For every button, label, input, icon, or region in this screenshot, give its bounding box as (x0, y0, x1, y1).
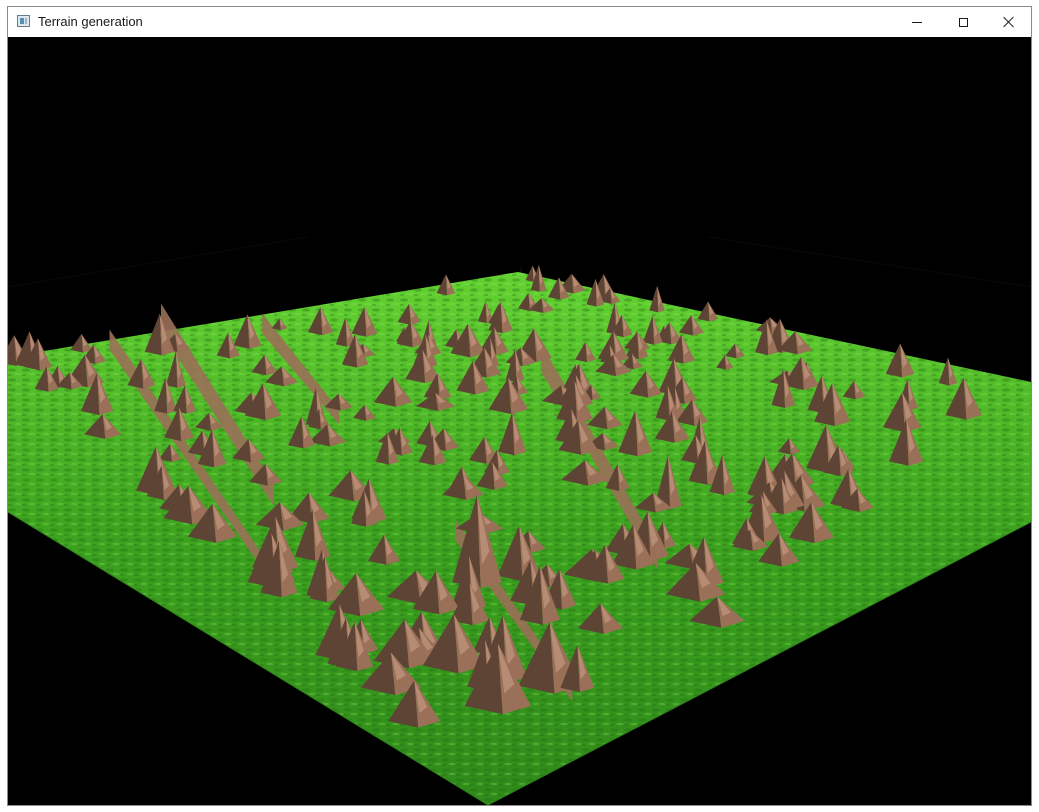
terrain-peak (70, 333, 93, 353)
close-icon (1003, 16, 1015, 28)
minimize-button[interactable] (894, 7, 940, 37)
render-viewport[interactable] (8, 37, 1031, 805)
maximize-button[interactable] (940, 7, 986, 37)
minimize-icon (912, 21, 922, 23)
window-title: Terrain generation (38, 14, 143, 29)
close-button[interactable] (986, 7, 1032, 37)
maximize-icon (958, 17, 968, 27)
terrain-scene (8, 236, 1031, 805)
title-bar[interactable]: Terrain generation (8, 7, 1031, 37)
app-window-icon[interactable] (17, 15, 30, 27)
app-window: Terrain generation (7, 6, 1032, 806)
terrain-peak (649, 285, 665, 313)
